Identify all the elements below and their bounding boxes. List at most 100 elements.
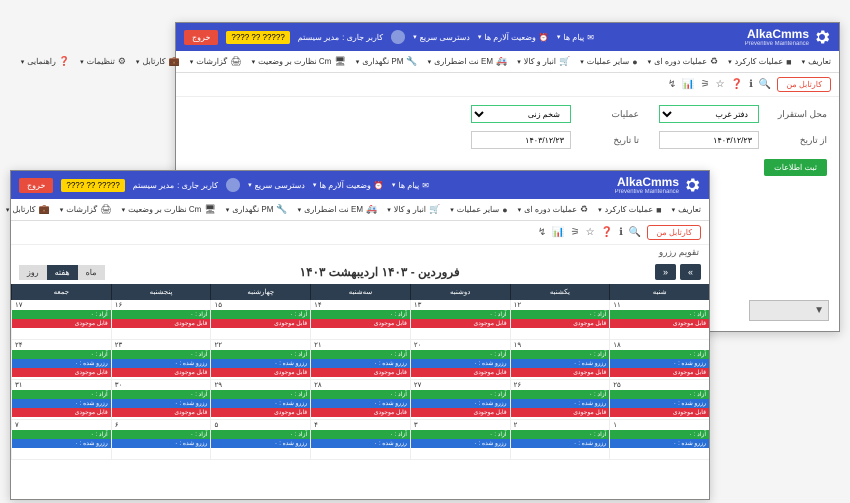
star-icon[interactable]: ☆ (586, 227, 595, 238)
submit-button[interactable]: ثبت اطلاعات (764, 159, 827, 176)
menu-warehouse[interactable]: 🛒انبار و کالا▾ (387, 204, 440, 215)
menu-cm[interactable]: 🖥Cm نظارت بر وضعیت▾ (122, 204, 216, 215)
link-icon[interactable]: ↯ (538, 227, 546, 238)
quick-access-menu[interactable]: دسترسی سریع ▾ (413, 33, 470, 42)
calendar-cell[interactable]: ۱۲آزاد : ۰قابل موجودی (510, 300, 610, 340)
help-icon[interactable]: ❓ (601, 227, 613, 238)
calendar-cell[interactable]: ۱۳آزاد : ۰قابل موجودی (410, 300, 510, 340)
calendar-cell[interactable]: ۲۱آزاد : ۰رزرو شده : ۰قابل موجودی (310, 340, 410, 380)
tree-icon[interactable]: ⚞ (571, 227, 580, 238)
messages-menu[interactable]: ✉ پیام ها ▾ (392, 181, 429, 190)
status-bar-green: آزاد : ۰ (311, 430, 410, 439)
status-bar-red: قابل موجودی (112, 319, 211, 328)
exit-button[interactable]: خروج (184, 30, 218, 45)
day-number: ۱۱ (610, 300, 709, 310)
calendar-cell[interactable]: ۲آزاد : ۰رزرو شده : ۰ (510, 420, 610, 460)
menu-pm[interactable]: 🔧PM نگهداری▾ (356, 56, 418, 67)
view-week-button[interactable]: هفته (47, 265, 78, 280)
calendar-cell[interactable]: ۱۵آزاد : ۰قابل موجودی (210, 300, 310, 340)
avatar-icon[interactable] (391, 30, 405, 44)
menu-warehouse[interactable]: 🛒انبار و کالا▾ (517, 56, 570, 67)
calendar-cell[interactable]: ۱۱آزاد : ۰قابل موجودی (609, 300, 709, 340)
filter-panel[interactable]: ▼ (749, 300, 829, 321)
to-date-input[interactable] (471, 131, 571, 149)
status-bar-blue: رزرو شده : ۰ (511, 399, 610, 408)
from-date-label: از تاریخ (767, 135, 827, 146)
calendar-cell[interactable]: ۲۴آزاد : ۰رزرو شده : ۰قابل موجودی (11, 340, 111, 380)
alarm-status-menu[interactable]: ⏰ وضعیت آلارم ها ▾ (478, 33, 549, 42)
menu-reports[interactable]: 🖨گزارشات▾ (60, 204, 112, 215)
calendar-cell[interactable]: ۲۰آزاد : ۰رزرو شده : ۰قابل موجودی (410, 340, 510, 380)
my-cartable-button[interactable]: کارتابل من (647, 225, 701, 240)
avatar-icon[interactable] (226, 178, 240, 192)
calendar-cell[interactable]: ۲۶آزاد : ۰رزرو شده : ۰قابل موجودی (510, 380, 610, 420)
status-bar-blue: رزرو شده : ۰ (211, 359, 310, 368)
view-day-button[interactable]: روز (19, 265, 47, 280)
calendar-cell[interactable]: ۱۴آزاد : ۰قابل موجودی (310, 300, 410, 340)
quick-access-menu[interactable]: دسترسی سریع ▾ (248, 181, 305, 190)
from-date-input[interactable] (659, 131, 759, 149)
exit-button[interactable]: خروج (19, 178, 53, 193)
operation-select[interactable]: شخم زنی (471, 105, 571, 123)
menu-work-ops[interactable]: ■عملیات کارکرد▾ (728, 57, 792, 67)
phone-badge: ????? ?? ???? (61, 179, 124, 192)
menu-definitions[interactable]: تعاریف▾ (672, 205, 701, 214)
tree-icon[interactable]: ⚞ (701, 79, 710, 90)
menu-periodic-ops[interactable]: ♻عملیات دوره ای▾ (648, 56, 718, 67)
calendar-cell[interactable]: ۳آزاد : ۰رزرو شده : ۰ (410, 420, 510, 460)
my-cartable-button[interactable]: کارتابل من (777, 77, 831, 92)
location-select[interactable]: دفتر غرب (659, 105, 759, 123)
menu-pm[interactable]: 🔧PM نگهداری▾ (226, 204, 288, 215)
calendar-cell[interactable]: ۴آزاد : ۰رزرو شده : ۰ (310, 420, 410, 460)
menu-work-ops[interactable]: ■عملیات کارکرد▾ (598, 205, 662, 215)
status-bar-blue: رزرو شده : ۰ (112, 439, 211, 448)
nav-next-button[interactable]: « (655, 264, 676, 280)
calendar-cell[interactable]: ۵آزاد : ۰رزرو شده : ۰ (210, 420, 310, 460)
menu-cartable[interactable]: 💼کارتابل▾ (136, 56, 180, 67)
alarm-status-menu[interactable]: ⏰ وضعیت آلارم ها ▾ (313, 181, 384, 190)
calendar-nav: » « (655, 264, 701, 280)
calendar-cell[interactable]: ۲۳آزاد : ۰رزرو شده : ۰قابل موجودی (111, 340, 211, 380)
calendar-cell[interactable]: ۱۷آزاد : ۰قابل موجودی (11, 300, 111, 340)
calendar-cell[interactable]: ۲۷آزاد : ۰رزرو شده : ۰قابل موجودی (410, 380, 510, 420)
link-icon[interactable]: ↯ (668, 79, 676, 90)
star-icon[interactable]: ☆ (716, 79, 725, 90)
menu-reports[interactable]: 🖨گزارشات▾ (190, 56, 242, 67)
calendar-cell[interactable]: ۳۰آزاد : ۰رزرو شده : ۰قابل موجودی (111, 380, 211, 420)
chart-icon[interactable]: 📊 (552, 227, 564, 238)
help-icon[interactable]: ❓ (731, 79, 743, 90)
current-user: کاربر جاری : مدیر سیستم (298, 33, 383, 42)
main-menu-front: تعاریف▾ ■عملیات کارکرد▾ ♻عملیات دوره ای▾… (11, 199, 709, 221)
info-icon[interactable]: ℹ (749, 79, 753, 90)
messages-menu[interactable]: ✉ پیام ها ▾ (557, 33, 594, 42)
calendar-cell[interactable]: ۲۸آزاد : ۰رزرو شده : ۰قابل موجودی (310, 380, 410, 420)
menu-help[interactable]: ❓راهنمایی▾ (21, 56, 70, 67)
calendar-cell[interactable]: ۱آزاد : ۰رزرو شده : ۰ (609, 420, 709, 460)
status-bar-blue: رزرو شده : ۰ (112, 399, 211, 408)
menu-definitions[interactable]: تعاریف▾ (802, 57, 831, 66)
menu-settings[interactable]: ⚙تنظیمات▾ (80, 56, 126, 67)
calendar-cell[interactable]: ۶آزاد : ۰رزرو شده : ۰ (111, 420, 211, 460)
calendar-cell[interactable]: ۱۶آزاد : ۰قابل موجودی (111, 300, 211, 340)
search-icon[interactable]: 🔍 (629, 227, 641, 238)
calendar-cell[interactable]: ۲۵آزاد : ۰رزرو شده : ۰قابل موجودی (609, 380, 709, 420)
menu-em[interactable]: 🚑EM نت اضطراری▾ (428, 56, 508, 67)
menu-other-ops[interactable]: ●سایر عملیات▾ (580, 57, 637, 67)
calendar-cell[interactable]: ۲۹آزاد : ۰رزرو شده : ۰قابل موجودی (210, 380, 310, 420)
search-icon[interactable]: 🔍 (759, 79, 771, 90)
day-number: ۲ (511, 420, 610, 430)
menu-em[interactable]: 🚑EM نت اضطراری▾ (298, 204, 378, 215)
menu-cartable[interactable]: 💼کارتابل▾ (6, 204, 50, 215)
calendar-cell[interactable]: ۳۱آزاد : ۰رزرو شده : ۰قابل موجودی (11, 380, 111, 420)
menu-periodic-ops[interactable]: ♻عملیات دوره ای▾ (518, 204, 588, 215)
calendar-cell[interactable]: ۷آزاد : ۰رزرو شده : ۰ (11, 420, 111, 460)
nav-prev-button[interactable]: » (680, 264, 701, 280)
chart-icon[interactable]: 📊 (682, 79, 694, 90)
menu-other-ops[interactable]: ●سایر عملیات▾ (450, 205, 507, 215)
calendar-cell[interactable]: ۱۸آزاد : ۰رزرو شده : ۰قابل موجودی (609, 340, 709, 380)
view-month-button[interactable]: ماه (78, 265, 105, 280)
menu-cm[interactable]: 🖥Cm نظارت بر وضعیت▾ (252, 56, 346, 67)
calendar-cell[interactable]: ۲۲آزاد : ۰رزرو شده : ۰قابل موجودی (210, 340, 310, 380)
info-icon[interactable]: ℹ (619, 227, 623, 238)
calendar-cell[interactable]: ۱۹آزاد : ۰رزرو شده : ۰قابل موجودی (510, 340, 610, 380)
